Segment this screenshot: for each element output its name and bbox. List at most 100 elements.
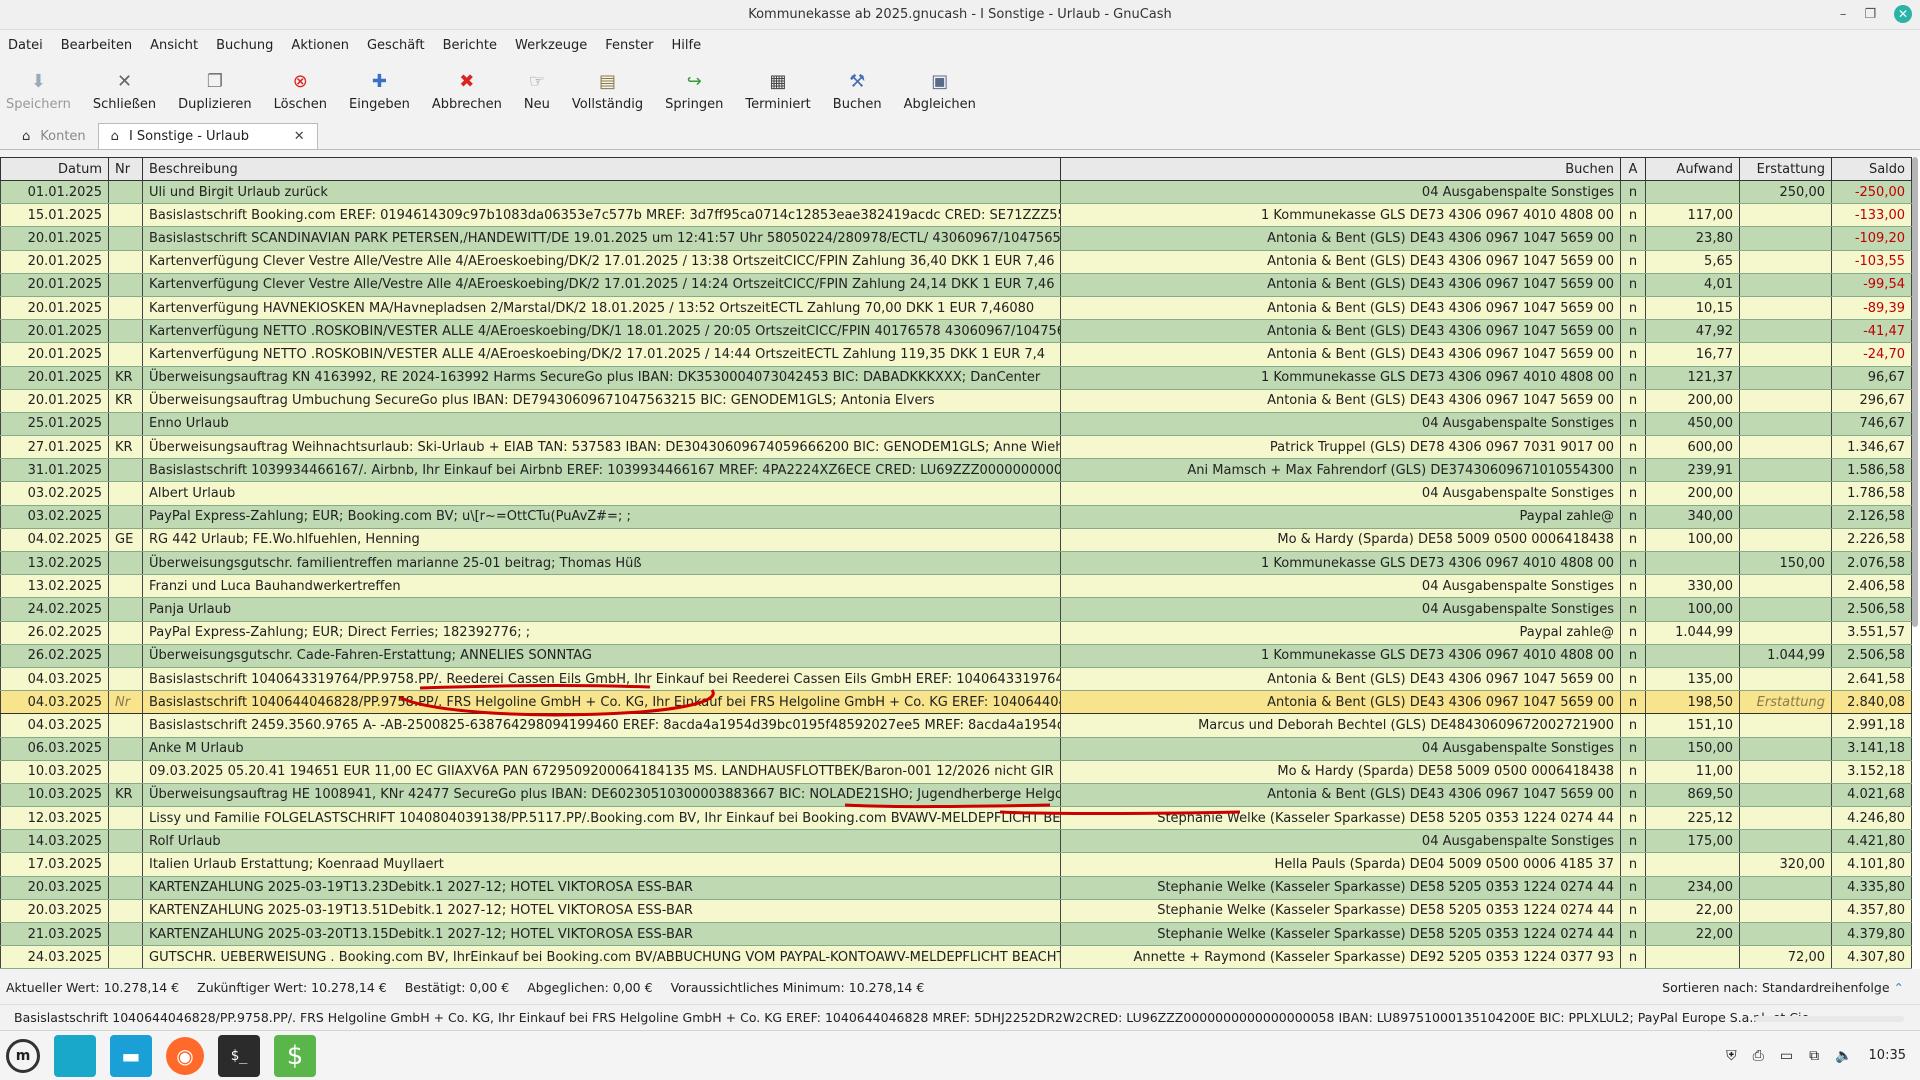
col-debit[interactable]: Aufwand: [1645, 157, 1740, 181]
cell-num[interactable]: Nr: [108, 690, 143, 715]
cell-desc[interactable]: Überweisungsgutschr. Cade-Fahren-Erstatt…: [142, 644, 1061, 668]
post-button[interactable]: ⚒ Buchen: [833, 60, 882, 113]
cell-credit[interactable]: [1739, 505, 1832, 529]
cell-desc[interactable]: Überweisungsauftrag Weihnachtsurlaub: Sk…: [142, 435, 1061, 460]
cell-transfer[interactable]: Annette + Raymond (Kasseler Sparkasse) D…: [1060, 945, 1621, 969]
cell-date[interactable]: 20.01.2025: [0, 319, 109, 344]
menu-bearbeiten[interactable]: Bearbeiten: [61, 38, 132, 53]
full-view-button[interactable]: ▤ Vollständig: [572, 60, 643, 113]
transaction-row[interactable]: 17.03.2025 Italien Urlaub Erstattung; Koe…: [0, 852, 1912, 877]
cell-balance[interactable]: 4.421,80: [1831, 829, 1912, 854]
cell-credit[interactable]: [1739, 667, 1832, 692]
transaction-row[interactable]: 10.03.2025 KR Überweisungsauftrag HE 10089…: [0, 783, 1912, 808]
cell-desc[interactable]: Enno Urlaub: [142, 412, 1061, 437]
cell-credit[interactable]: 72,00: [1739, 945, 1832, 969]
cell-r[interactable]: n: [1620, 713, 1646, 738]
cell-date[interactable]: 26.02.2025: [0, 644, 109, 668]
cell-transfer[interactable]: Ani Mamsch + Max Fahrendorf (GLS) DE3743…: [1060, 458, 1621, 483]
cell-desc[interactable]: 09.03.2025 05.20.41 194651 EUR 11,00 EC …: [142, 760, 1061, 784]
cell-num[interactable]: [108, 597, 143, 622]
cell-debit[interactable]: 135,00: [1645, 667, 1740, 692]
cell-r[interactable]: n: [1620, 481, 1646, 506]
transaction-row[interactable]: 24.03.2025 GUTSCHR. UEBERWEISUNG . Bookin…: [0, 945, 1912, 969]
volume-icon[interactable]: 🔈: [1835, 1048, 1852, 1064]
cell-debit[interactable]: 16,77: [1645, 342, 1740, 367]
transaction-row[interactable]: 27.01.2025 KR Überweisungsauftrag Weihnach…: [0, 435, 1912, 460]
cell-transfer[interactable]: Antonia & Bent (GLS) DE43 4306 0967 1047…: [1060, 667, 1621, 692]
cell-num[interactable]: [108, 412, 143, 437]
cell-debit[interactable]: 340,00: [1645, 505, 1740, 529]
cell-credit[interactable]: [1739, 528, 1832, 553]
cell-balance[interactable]: -103,55: [1831, 250, 1912, 274]
cell-r[interactable]: n: [1620, 528, 1646, 553]
vertical-scrollbar[interactable]: [1912, 157, 1918, 627]
cell-balance[interactable]: 2.506,58: [1831, 597, 1912, 622]
cell-date[interactable]: 31.01.2025: [0, 458, 109, 483]
cell-balance[interactable]: -133,00: [1831, 203, 1912, 228]
cell-date[interactable]: 21.03.2025: [0, 922, 109, 947]
menu-hilfe[interactable]: Hilfe: [672, 38, 702, 53]
cell-debit[interactable]: [1645, 551, 1740, 576]
cell-desc[interactable]: Kartenverfügung Clever Vestre Alle/Vestr…: [142, 250, 1061, 274]
transaction-row[interactable]: 20.01.2025 Kartenverfügung HAVNEKIOSKEN M…: [0, 296, 1912, 321]
cell-transfer[interactable]: Paypal zahle@: [1060, 621, 1621, 645]
cell-credit[interactable]: [1739, 435, 1832, 460]
printer-icon[interactable]: ⎙: [1753, 1048, 1764, 1064]
cell-r[interactable]: n: [1620, 366, 1646, 390]
cell-desc[interactable]: Überweisungsauftrag Umbuchung SecureGo p…: [142, 389, 1061, 413]
cell-r[interactable]: n: [1620, 597, 1646, 622]
cell-r[interactable]: n: [1620, 574, 1646, 599]
cell-r[interactable]: n: [1620, 180, 1646, 205]
cell-transfer[interactable]: 1 Kommunekasse GLS DE73 4306 0967 4010 4…: [1060, 366, 1621, 390]
cell-desc[interactable]: Albert Urlaub: [142, 481, 1061, 506]
clock[interactable]: 10:35: [1869, 1048, 1906, 1063]
cell-num[interactable]: [108, 713, 143, 738]
menu-berichte[interactable]: Berichte: [443, 38, 497, 53]
cell-debit[interactable]: 100,00: [1645, 528, 1740, 553]
cell-r[interactable]: n: [1620, 852, 1646, 877]
cell-num[interactable]: [108, 273, 143, 297]
cell-date[interactable]: 20.01.2025: [0, 226, 109, 251]
cell-r[interactable]: n: [1620, 783, 1646, 808]
cell-desc[interactable]: Italien Urlaub Erstattung; Koenraad Muyl…: [142, 852, 1061, 877]
cell-credit[interactable]: [1739, 922, 1832, 947]
cell-balance[interactable]: -41,47: [1831, 319, 1912, 344]
cell-desc[interactable]: RG 442 Urlaub; FE.Wo.hlfuehlen, Henning: [142, 528, 1061, 553]
cell-debit[interactable]: 10,15: [1645, 296, 1740, 321]
cell-r[interactable]: n: [1620, 412, 1646, 437]
cell-num[interactable]: KR: [108, 783, 143, 808]
files-icon[interactable]: ▬: [110, 1034, 152, 1077]
maximize-icon[interactable]: ❐: [1864, 7, 1876, 22]
cell-credit[interactable]: [1739, 876, 1832, 900]
cell-desc[interactable]: Kartenverfügung NETTO .ROSKOBIN/VESTER A…: [142, 342, 1061, 367]
cell-date[interactable]: 10.03.2025: [0, 760, 109, 784]
cell-credit[interactable]: [1739, 829, 1832, 854]
cell-debit[interactable]: 100,00: [1645, 597, 1740, 622]
cell-debit[interactable]: 4,01: [1645, 273, 1740, 297]
cell-debit[interactable]: 330,00: [1645, 574, 1740, 599]
reconcile-button[interactable]: ▣ Abgleichen: [904, 60, 976, 113]
transaction-row[interactable]: 13.02.2025 Franzi und Luca Bauhandwerkert…: [0, 574, 1912, 599]
cell-date[interactable]: 20.01.2025: [0, 366, 109, 390]
cell-r[interactable]: n: [1620, 899, 1646, 924]
transaction-row[interactable]: 14.03.2025 Rolf Urlaub 04 Ausgabenspalte S…: [0, 829, 1912, 854]
cell-num[interactable]: [108, 296, 143, 321]
cell-balance[interactable]: 96,67: [1831, 366, 1912, 390]
transaction-row[interactable]: 04.03.2025 Basislastschrift 2459.3560.976…: [0, 713, 1912, 738]
cell-transfer[interactable]: Antonia & Bent (GLS) DE43 4306 0967 1047…: [1060, 389, 1621, 413]
cell-num[interactable]: [108, 505, 143, 529]
cell-num[interactable]: [108, 829, 143, 854]
cell-credit[interactable]: [1739, 203, 1832, 228]
transaction-row[interactable]: 03.02.2025 Albert Urlaub 04 Ausgabenspalte…: [0, 481, 1912, 506]
cell-desc[interactable]: Franzi und Luca Bauhandwerkertreffen: [142, 574, 1061, 599]
cell-transfer[interactable]: Stephanie Welke (Kasseler Sparkasse) DE5…: [1060, 876, 1621, 900]
mint-menu-icon[interactable]: m: [6, 1038, 40, 1073]
cell-credit[interactable]: 320,00: [1739, 852, 1832, 877]
cell-transfer[interactable]: Stephanie Welke (Kasseler Sparkasse) DE5…: [1060, 922, 1621, 947]
cell-balance[interactable]: -99,54: [1831, 273, 1912, 297]
transaction-row[interactable]: 25.01.2025 Enno Urlaub 04 Ausgabenspalte S…: [0, 412, 1912, 437]
menu-geschaeft[interactable]: Geschäft: [367, 38, 425, 53]
cell-credit[interactable]: [1739, 366, 1832, 390]
show-desktop-icon[interactable]: [54, 1034, 96, 1077]
cell-desc[interactable]: Kartenverfügung Clever Vestre Alle/Vestr…: [142, 273, 1061, 297]
